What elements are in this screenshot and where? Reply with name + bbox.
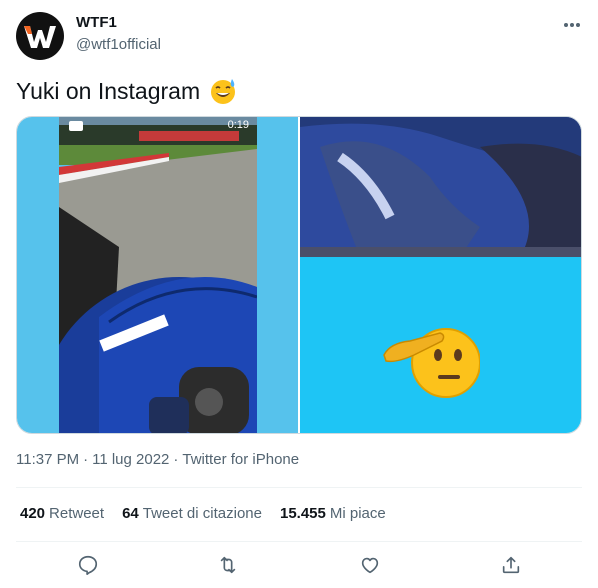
onboard-video-frame[interactable]: 0:19 xyxy=(59,117,257,433)
grinning-face-with-sweat-icon xyxy=(211,79,236,104)
media-image-right[interactable] xyxy=(300,117,581,433)
tweet-media[interactable]: 0:19 xyxy=(16,116,582,434)
onboard-closeup-image xyxy=(300,117,581,257)
tweet-time[interactable]: 11:37 PM xyxy=(16,451,79,468)
tweet-text: Yuki on Instagram xyxy=(16,76,238,106)
tweet-stats: 420 Retweet 64 Tweet di citazione 15.455… xyxy=(20,505,386,522)
retweet-icon[interactable] xyxy=(215,552,241,578)
wtf1-logo-icon xyxy=(24,26,56,48)
likes-stat[interactable]: 15.455 Mi piace xyxy=(280,505,386,522)
meta-separator: · xyxy=(173,451,179,468)
salute-emoji-panel xyxy=(300,257,581,433)
tweet-date[interactable]: 11 lug 2022 xyxy=(92,451,169,468)
quotes-label: Tweet di citazione xyxy=(142,505,262,522)
divider xyxy=(16,487,582,488)
like-icon[interactable] xyxy=(357,552,383,578)
tweet-metadata: 11:37 PM · 11 lug 2022 · Twitter for iPh… xyxy=(16,451,299,468)
media-video-left[interactable]: 0:19 xyxy=(17,117,298,433)
author-avatar[interactable] xyxy=(16,12,64,60)
tweet-actions xyxy=(0,548,598,582)
retweets-label: Retweet xyxy=(49,505,105,522)
author-name[interactable]: WTF1 xyxy=(76,14,117,31)
likes-count: 15.455 xyxy=(279,505,326,522)
video-timer: 0:19 xyxy=(227,119,249,131)
tweet-source[interactable]: Twitter for iPhone xyxy=(182,451,299,468)
saluting-face-icon xyxy=(383,328,480,398)
share-icon[interactable] xyxy=(498,552,524,578)
quotes-stat[interactable]: 64 Tweet di citazione xyxy=(122,505,262,522)
author-handle[interactable]: @wtf1official xyxy=(76,36,161,53)
quotes-count: 64 xyxy=(122,505,139,522)
tweet-text-content: Yuki on Instagram xyxy=(16,77,201,104)
meta-separator: · xyxy=(83,451,89,468)
more-options-icon[interactable] xyxy=(558,14,586,36)
reply-icon[interactable] xyxy=(75,552,101,578)
retweets-count: 420 xyxy=(20,505,46,522)
video-badge-icon xyxy=(69,121,83,131)
likes-label: Mi piace xyxy=(329,505,386,522)
tweet-card: WTF1 @wtf1official Yuki on Instagram 0:1… xyxy=(0,0,598,588)
retweets-stat[interactable]: 420 Retweet xyxy=(20,505,104,522)
divider xyxy=(16,541,582,542)
